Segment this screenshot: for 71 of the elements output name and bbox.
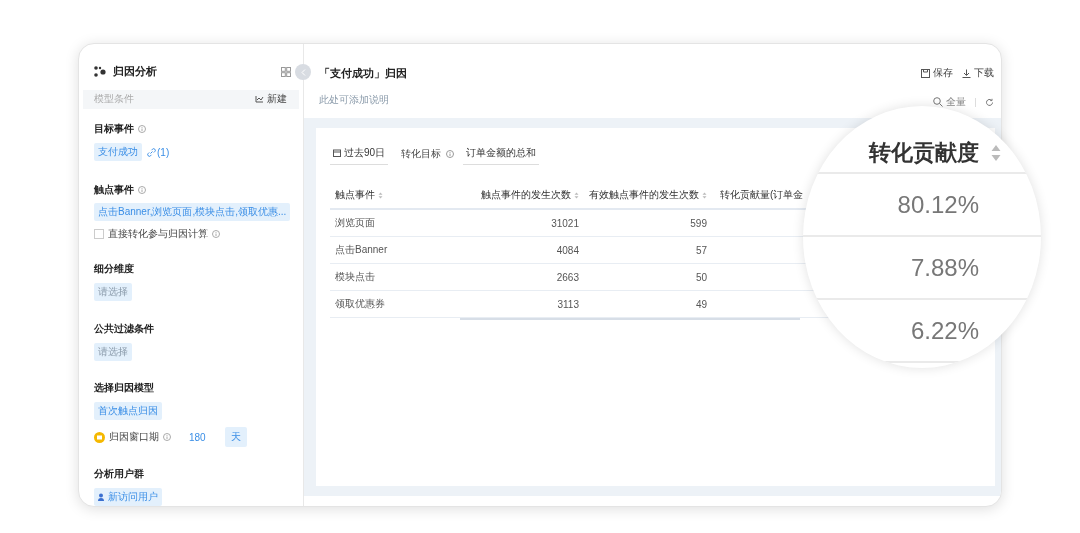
calendar-icon: [94, 431, 105, 443]
sort-icon: [574, 191, 579, 199]
window-value[interactable]: 180: [189, 431, 206, 443]
search-icon: [933, 97, 943, 107]
table-cell: 80.12%: [897, 190, 979, 219]
user-icon: [98, 493, 106, 501]
column-header: 转化贡献度: [869, 139, 979, 167]
table-cell-text: 4084: [555, 244, 580, 256]
refresh-icon[interactable]: [985, 97, 994, 107]
chart-icon: [255, 95, 264, 104]
table-cell-text: 31021: [550, 217, 580, 229]
table-cell-text: 浏览页面: [334, 216, 376, 230]
search-button[interactable]: 全量: [933, 95, 966, 109]
download-button[interactable]: 下载: [962, 66, 994, 80]
table-cell-text: 点击Banner: [334, 243, 389, 257]
window-label: 归因窗口期: [109, 430, 159, 444]
section-title: 选择归因模型: [94, 381, 154, 395]
download-icon: [962, 68, 971, 78]
table-cell-text: 50: [694, 271, 708, 283]
date-range-button[interactable]: 过去90日: [330, 146, 389, 165]
checkbox[interactable]: [94, 229, 104, 239]
column-header[interactable]: 触点事件: [330, 188, 460, 202]
unit-select[interactable]: 天: [224, 427, 247, 447]
section-label: 模型条件: [94, 92, 134, 107]
info-icon: [138, 186, 146, 194]
link-count[interactable]: (1): [147, 146, 170, 158]
table-cell-text: 57: [694, 244, 708, 256]
info-icon: [138, 125, 146, 133]
sort-icon[interactable]: [991, 144, 1001, 162]
column-header[interactable]: 触点事件的发生次数: [460, 188, 584, 202]
select-field[interactable]: 请选择: [94, 343, 132, 361]
info-icon: [446, 149, 455, 158]
section-title: 目标事件: [94, 122, 134, 136]
section-title: 细分维度: [94, 262, 134, 276]
column-header[interactable]: 有效触点事件的发生次数: [584, 188, 712, 202]
report-title: 「支付成功」归因: [319, 66, 407, 81]
table-cell-text: 49: [694, 298, 708, 310]
column-header[interactable]: 转化贡献量(订单金: [712, 188, 804, 202]
sort-icon: [702, 191, 707, 199]
section-title: 分析用户群: [94, 467, 144, 481]
sidebar-title: 归因分析: [113, 64, 158, 80]
table-cell-text: 模块点击: [334, 270, 376, 284]
new-button[interactable]: 新建: [255, 92, 287, 107]
table-cell-text: 599: [689, 217, 708, 229]
table-cell: 7.88%: [910, 253, 979, 282]
section-title: 公共过滤条件: [94, 322, 154, 336]
link-icon: [147, 147, 156, 157]
sort-icon: [378, 191, 383, 199]
event-tag[interactable]: 支付成功: [94, 143, 142, 161]
target-label: 转化目标: [401, 146, 442, 161]
horizontal-scrollbar[interactable]: [460, 318, 800, 320]
user-group-tag[interactable]: 新访问用户: [94, 488, 162, 506]
info-icon: [163, 433, 171, 441]
collapse-button[interactable]: [295, 64, 311, 80]
target-select[interactable]: 订单金额的总和: [463, 146, 540, 165]
section-title: 触点事件: [94, 183, 134, 197]
table-cell-text: 2663: [555, 271, 580, 283]
save-button[interactable]: 保存: [921, 66, 953, 80]
model-tag[interactable]: 首次触点归因: [94, 402, 162, 420]
calendar-icon: [333, 149, 341, 157]
event-tag[interactable]: 点击Banner,浏览页面,模块点击,领取优惠...: [94, 203, 291, 221]
table-cell: 6.22%: [910, 316, 979, 345]
description-field[interactable]: 此处可添加说明: [319, 93, 407, 107]
nodes-icon: [94, 66, 106, 78]
checkbox-label: 直接转化参与归因计算: [108, 227, 208, 241]
select-field[interactable]: 请选择: [94, 283, 132, 301]
save-icon: [921, 68, 930, 78]
info-icon: [212, 230, 220, 238]
table-cell-text: 3113: [556, 298, 580, 310]
grid-icon[interactable]: [281, 66, 291, 77]
table-cell-text: 领取优惠券: [334, 297, 386, 311]
